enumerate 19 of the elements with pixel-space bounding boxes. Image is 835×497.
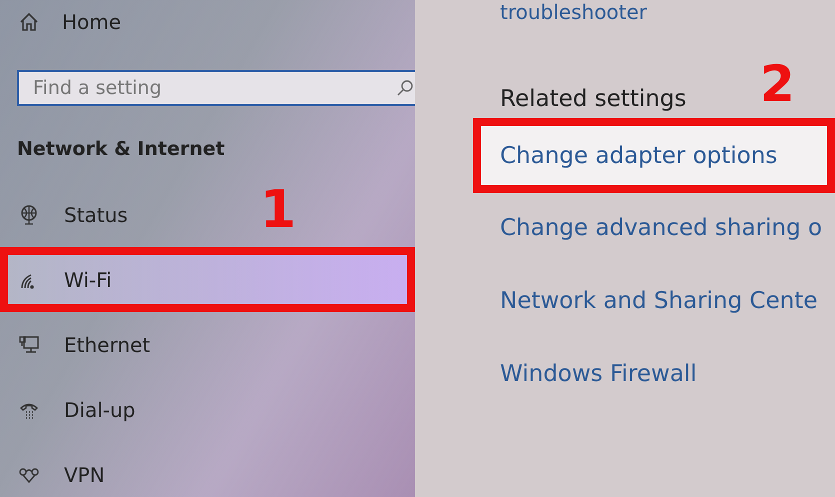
nav-item[interactable]: Wi-Fi bbox=[0, 247, 415, 312]
nav-item[interactable]: VPN bbox=[0, 442, 117, 497]
home-icon bbox=[18, 11, 40, 33]
settings-link[interactable]: Network and Sharing Cente bbox=[415, 264, 835, 337]
nav-item[interactable]: Ethernet bbox=[0, 312, 162, 377]
troubleshooter-link[interactable]: troubleshooter bbox=[500, 0, 835, 26]
search-icon bbox=[395, 78, 415, 98]
settings-link[interactable]: Change adapter options bbox=[473, 118, 835, 193]
step-number: 2 bbox=[760, 55, 795, 113]
related-settings-heading: Related settings bbox=[500, 86, 688, 112]
step-number: 1 bbox=[260, 180, 296, 240]
settings-link[interactable]: Windows Firewall bbox=[415, 337, 835, 410]
nav-item[interactable]: Status bbox=[0, 182, 140, 247]
settings-link[interactable]: Change advanced sharing o bbox=[415, 191, 835, 264]
search-field[interactable]: Find a setting bbox=[17, 70, 415, 106]
home-link[interactable]: Home bbox=[0, 0, 415, 44]
nav-item[interactable]: Dial-up bbox=[0, 377, 148, 442]
monitor-icon bbox=[18, 334, 40, 356]
section-heading: Network & Internet bbox=[17, 138, 226, 160]
